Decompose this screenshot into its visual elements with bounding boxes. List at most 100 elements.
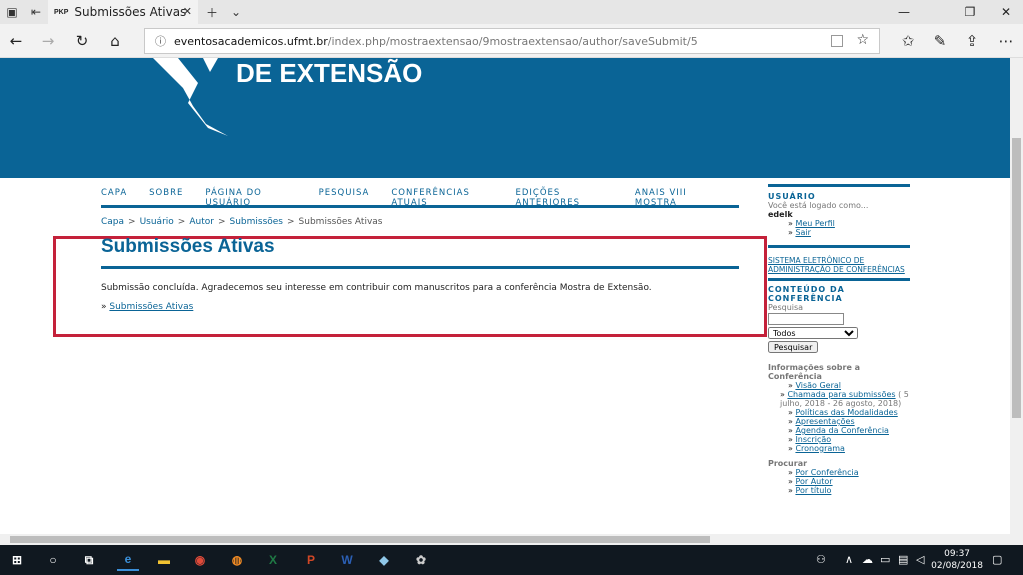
sidebar-item-meu-perfil: » Meu Perfil xyxy=(788,219,835,228)
politicas-link[interactable]: Políticas das Modalidades xyxy=(795,408,897,417)
search-button-row: Pesquisar xyxy=(768,341,910,353)
sidebar-item-apresentacoes: » Apresentações xyxy=(788,417,855,426)
more-icon[interactable]: ⋯ xyxy=(996,31,1016,51)
address-bar[interactable]: ⓘ eventosacademicos.ufmt.br/index.php/mo… xyxy=(144,28,880,54)
powerpoint-icon[interactable]: P xyxy=(300,549,322,571)
file-explorer-icon[interactable]: ▬ xyxy=(153,549,175,571)
por-autor-link[interactable]: Por Autor xyxy=(795,477,832,486)
agenda-link[interactable]: Agenda da Conferência xyxy=(795,426,889,435)
word-icon[interactable]: W xyxy=(336,549,358,571)
sidebar-item-inscricao: » Inscrição xyxy=(788,435,832,444)
cortana-icon[interactable]: ○ xyxy=(42,549,64,571)
restore-icon[interactable]: ❐ xyxy=(953,0,987,24)
tab-active[interactable]: PKP Submissões Ativas ✕ xyxy=(48,0,198,24)
sidebar-item-cronograma: » Cronograma xyxy=(788,444,845,453)
search-label: Pesquisa xyxy=(768,303,804,312)
info-heading: Informações sobre a Conferência xyxy=(768,363,861,381)
new-tab-icon[interactable]: ＋ xyxy=(200,0,224,24)
tab-title: Submissões Ativas xyxy=(74,5,187,19)
sidebar-item-sair: » Sair xyxy=(788,228,811,237)
inscricao-link[interactable]: Inscrição xyxy=(795,435,831,444)
tab-list-icon[interactable]: ▣ xyxy=(0,0,24,24)
sidebar-divider xyxy=(768,245,910,248)
meu-perfil-link[interactable]: Meu Perfil xyxy=(795,219,834,228)
battery-icon[interactable]: ▭ xyxy=(880,553,890,566)
breadcrumb-capa[interactable]: Capa xyxy=(101,217,124,227)
breadcrumb-usuario[interactable]: Usuário xyxy=(140,217,174,227)
home-icon[interactable]: ⌂ xyxy=(105,31,125,51)
set-aside-tabs-icon[interactable]: ⇤ xyxy=(24,0,48,24)
excel-icon[interactable]: X xyxy=(262,549,284,571)
back-icon[interactable]: ← xyxy=(6,31,26,51)
close-window-icon[interactable]: ✕ xyxy=(989,0,1023,24)
horizontal-scrollbar[interactable] xyxy=(0,534,1023,545)
breadcrumb-current[interactable]: Submissões Ativas xyxy=(299,217,383,227)
search-field-select[interactable]: Todos xyxy=(768,327,858,339)
content-heading: CONTEÚDO DA CONFERÊNCIA xyxy=(768,285,845,303)
system-clock[interactable]: 09:37 02/08/2018 xyxy=(931,548,983,572)
sidebar: USUÁRIO Você está logado como... edelk »… xyxy=(768,184,910,495)
reading-view-icon[interactable] xyxy=(831,35,843,47)
breadcrumb-autor[interactable]: Autor xyxy=(189,217,214,227)
search-select-row: Todos xyxy=(768,327,910,339)
onedrive-icon[interactable]: ☁ xyxy=(862,553,873,566)
minimize-icon[interactable]: — xyxy=(887,0,921,24)
info-icon[interactable]: ⓘ xyxy=(155,33,166,49)
sidebar-item-visao-geral: » Visão Geral xyxy=(788,381,841,390)
chamada-link[interactable]: Chamada para submissões xyxy=(787,390,895,399)
por-titulo-link[interactable]: Por título xyxy=(795,486,831,495)
clock-time: 09:37 xyxy=(944,549,971,559)
cronograma-link[interactable]: Cronograma xyxy=(795,444,845,453)
notes-pen-icon[interactable]: ✎ xyxy=(930,31,950,51)
confirmation-message: Submissão concluída. Agradecemos seu int… xyxy=(101,283,652,293)
sidebar-item-por-titulo: » Por título xyxy=(788,486,832,495)
logo-figure-icon xyxy=(153,58,228,136)
link-prefix: » xyxy=(101,302,107,312)
favorites-icon[interactable]: ✩ xyxy=(898,31,918,51)
apresentacoes-link[interactable]: Apresentações xyxy=(795,417,854,426)
search-input[interactable] xyxy=(768,313,844,325)
logged-as-text: Você está logado como... xyxy=(768,201,869,210)
notifications-icon[interactable]: ▢ xyxy=(992,553,1002,566)
breadcrumb-submissoes[interactable]: Submissões xyxy=(229,217,283,227)
sair-link[interactable]: Sair xyxy=(795,228,811,237)
share-icon[interactable]: ⇪ xyxy=(962,31,982,51)
favicon-icon: PKP xyxy=(54,8,69,16)
volume-icon[interactable]: ◁ xyxy=(916,553,924,566)
sidebar-item-agenda: » Agenda da Conferência xyxy=(788,426,889,435)
chevron-down-icon[interactable]: ⌄ xyxy=(224,0,248,24)
por-conferencia-link[interactable]: Por Conferência xyxy=(795,468,858,477)
app-icon[interactable]: ◆ xyxy=(373,549,395,571)
browse-heading: Procurar xyxy=(768,459,808,468)
address-path: /index.php/mostraextensao/9mostraextensa… xyxy=(327,34,698,48)
paint-icon[interactable]: ✿ xyxy=(410,549,432,571)
close-tab-icon[interactable]: ✕ xyxy=(183,5,192,18)
search-button[interactable]: Pesquisar xyxy=(768,341,819,353)
firefox-icon[interactable]: ◍ xyxy=(226,549,248,571)
username: edelk xyxy=(768,210,793,219)
chrome-icon[interactable]: ◉ xyxy=(189,549,211,571)
edge-icon[interactable]: e xyxy=(117,549,139,571)
vertical-scrollbar[interactable] xyxy=(1010,58,1023,534)
sidebar-divider xyxy=(768,184,910,187)
people-icon[interactable]: ⚇ xyxy=(816,553,826,566)
favorite-star-icon[interactable]: ☆ xyxy=(856,32,869,48)
active-submissions-link-row: » Submissões Ativas xyxy=(101,302,193,312)
windows-start-icon[interactable]: ⊞ xyxy=(6,549,28,571)
network-icon[interactable]: ▤ xyxy=(898,553,908,566)
active-submissions-link[interactable]: Submissões Ativas xyxy=(109,302,193,312)
user-heading: USUÁRIO xyxy=(768,192,816,201)
browser-window: ▣ ⇤ PKP Submissões Ativas ✕ ＋ ⌄ — ❐ ✕ ← … xyxy=(0,0,1023,575)
horizontal-scroll-thumb[interactable] xyxy=(10,536,710,543)
refresh-icon[interactable]: ↻ xyxy=(72,31,92,51)
vertical-scroll-thumb[interactable] xyxy=(1012,138,1021,418)
taskbar: ⊞ ○ ⧉ e ▬ ◉ ◍ X P W ◆ ✿ ⚇ ∧ ☁ ▭ ▤ ◁ 09:3… xyxy=(0,545,1023,575)
system-link-row: SISTEMA ELETRÔNICO DE ADMINISTRAÇÃO DE C… xyxy=(768,256,910,274)
sidebar-item-politicas: » Políticas das Modalidades xyxy=(788,408,898,417)
task-view-icon[interactable]: ⧉ xyxy=(78,549,100,571)
title-divider xyxy=(101,266,739,269)
tray-chevron-icon[interactable]: ∧ xyxy=(845,553,853,566)
visao-geral-link[interactable]: Visão Geral xyxy=(795,381,841,390)
forward-icon[interactable]: → xyxy=(38,31,58,51)
system-link[interactable]: SISTEMA ELETRÔNICO DE ADMINISTRAÇÃO DE C… xyxy=(768,256,905,274)
